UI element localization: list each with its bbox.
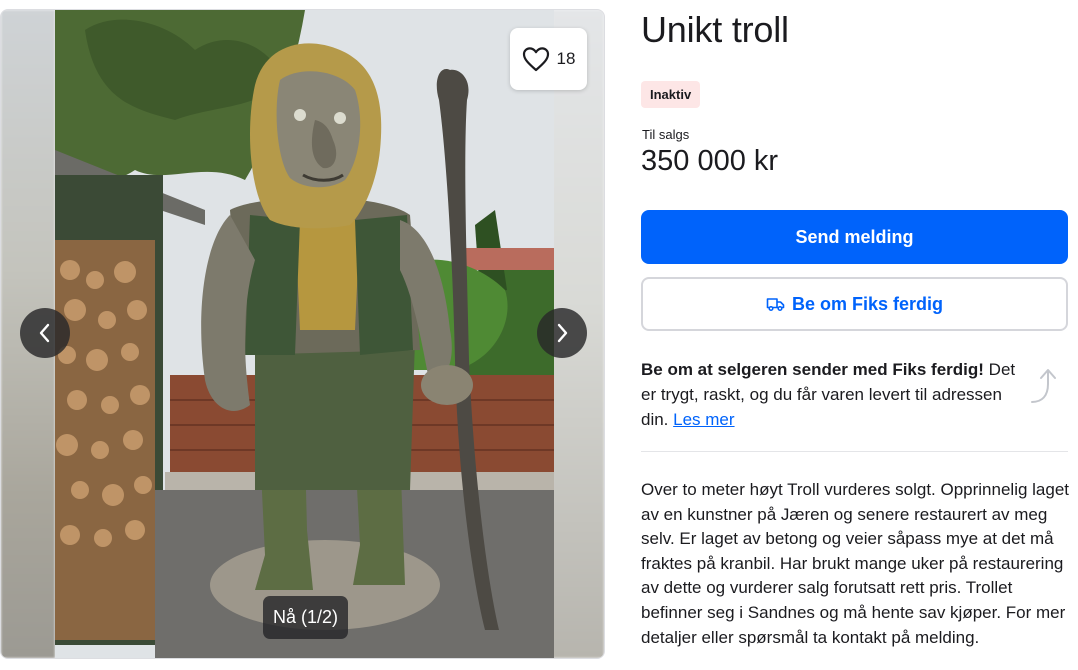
listing-description: Over to meter høyt Troll vurderes solgt.… bbox=[641, 480, 1070, 647]
price-label: Til salgs bbox=[642, 127, 690, 142]
listing-title: Unikt troll bbox=[641, 9, 789, 50]
image-counter: Nå (1/2) bbox=[263, 596, 349, 639]
divider bbox=[641, 451, 1068, 452]
favorite-button[interactable]: 18 bbox=[510, 28, 587, 90]
chevron-left-icon bbox=[39, 323, 50, 343]
send-message-button[interactable]: Send melding bbox=[641, 210, 1068, 264]
fiks-ferdig-promo: Be om at selgeren sender med Fiks ferdig… bbox=[641, 357, 1021, 432]
previous-image-button[interactable] bbox=[20, 308, 70, 358]
read-more-link[interactable]: Les mer bbox=[673, 410, 734, 429]
image-gallery[interactable]: 18 Nå (1/2) bbox=[0, 9, 605, 659]
fiks-ferdig-label: Be om Fiks ferdig bbox=[791, 293, 944, 314]
listing-photo[interactable] bbox=[55, 10, 554, 658]
curved-arrow-up-icon bbox=[1031, 369, 1056, 403]
fiks-ferdig-button[interactable]: Be om Fiks ferdig bbox=[641, 277, 1068, 331]
chevron-right-icon bbox=[557, 323, 568, 343]
next-image-button[interactable] bbox=[537, 308, 587, 358]
favorite-count: 18 bbox=[556, 49, 576, 68]
promo-heading: Be om at selgeren sender med Fiks ferdig… bbox=[641, 360, 984, 379]
truck-icon bbox=[766, 298, 785, 312]
price: 350 000 kr bbox=[641, 145, 779, 177]
status-badge: Inaktiv bbox=[641, 81, 701, 108]
heart-outline-icon bbox=[522, 47, 549, 72]
